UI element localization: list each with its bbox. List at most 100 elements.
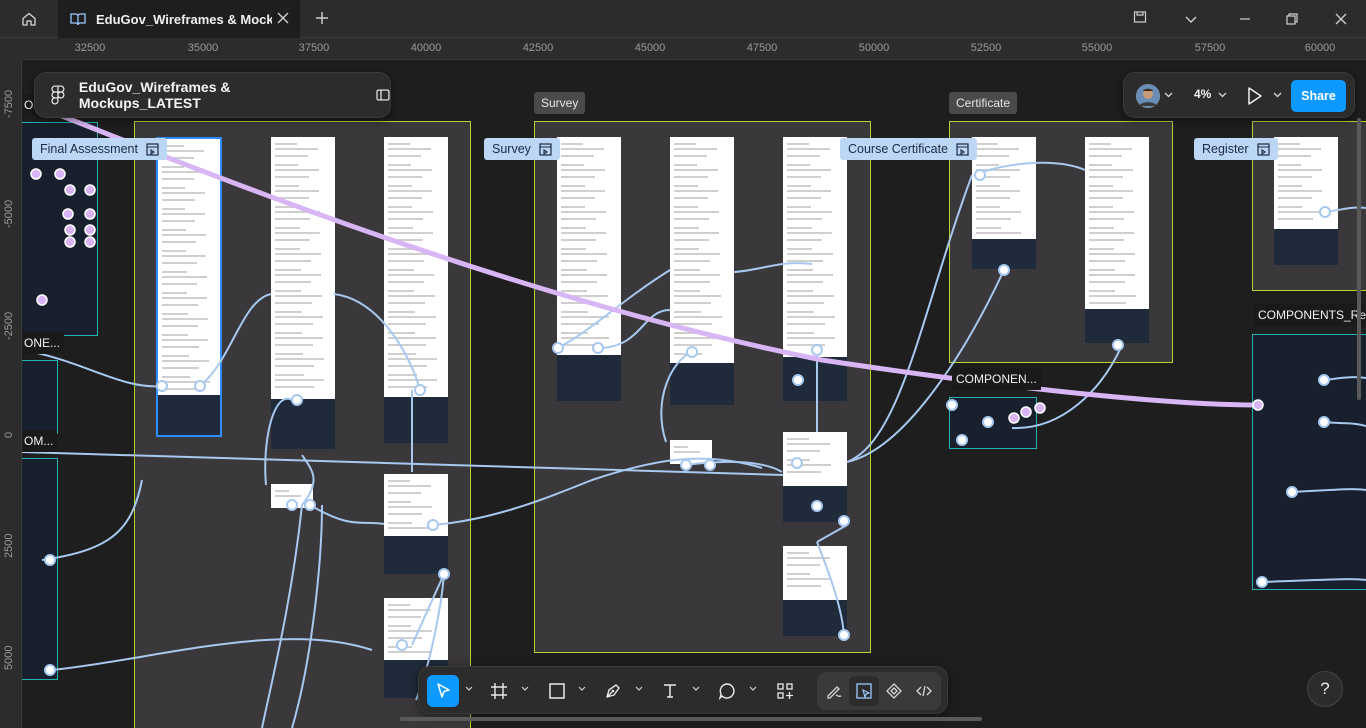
ruler-tick: 50000 (858, 42, 890, 54)
ruler-tick: 47500 (746, 42, 778, 54)
ruler-tick: 2500 (3, 533, 15, 558)
file-tab[interactable]: EduGov_Wireframes & Mockups_LATEST (58, 0, 300, 38)
design-canvas[interactable]: Survey Certificate Final Assessment Surv… (22, 60, 1366, 728)
connector (816, 541, 845, 636)
dev-mode[interactable] (909, 676, 939, 706)
ruler-tick: 0 (3, 431, 15, 438)
rectangle-tool[interactable] (541, 675, 573, 707)
present-chevron-icon[interactable] (1273, 92, 1282, 99)
connector (1291, 488, 1366, 493)
final-assessment-chip[interactable]: Final Assessment (32, 138, 167, 160)
dev-components-mode[interactable] (879, 676, 909, 706)
certificate-section-label[interactable]: Certificate (949, 92, 1018, 114)
help-button[interactable]: ? (1307, 671, 1343, 707)
chevron-down-icon[interactable] (465, 686, 473, 692)
connector (22, 349, 163, 388)
flow-node (36, 294, 48, 306)
connector (685, 460, 783, 473)
connector (41, 479, 143, 561)
left-ruler: -7500 -5000 -2500 0 2500 5000 (0, 38, 22, 728)
flow-node (1020, 406, 1032, 418)
chevron-down-icon[interactable] (692, 686, 700, 692)
ruler-tick: -7500 (3, 89, 15, 118)
share-button[interactable]: Share (1291, 80, 1346, 112)
frame-tool[interactable] (483, 675, 515, 707)
chevron-down-icon (1185, 16, 1197, 23)
horizontal-scrollbar[interactable] (400, 717, 982, 721)
chip-label: Register (1202, 142, 1249, 156)
left-frame-label-2[interactable]: ONE... (22, 332, 65, 354)
section-frame-icon (146, 142, 159, 156)
flow-node (1008, 412, 1020, 424)
minimize-button[interactable] (1238, 12, 1252, 31)
connector (816, 524, 848, 543)
comment-icon (718, 683, 735, 700)
actions-tool[interactable] (769, 675, 801, 707)
ruler-tick: 55000 (1081, 42, 1113, 54)
connector-node (811, 344, 823, 356)
save-local-icon (1133, 11, 1147, 23)
new-tab-button[interactable] (312, 8, 332, 33)
chip-label: Course Certificate (848, 142, 949, 156)
flow-node (1034, 402, 1046, 414)
close-tab-button[interactable] (276, 11, 290, 28)
connector (333, 293, 421, 391)
ruler-tick: -2500 (3, 311, 15, 340)
comment-tool[interactable] (711, 675, 743, 707)
connector-node (791, 457, 803, 469)
sidebar-toggle-icon[interactable] (376, 89, 390, 101)
connector-node (1112, 339, 1124, 351)
menu-dropdown-button[interactable] (1184, 12, 1198, 30)
ruler-tick: 40000 (410, 42, 442, 54)
file-name[interactable]: EduGov_Wireframes & Mockups_LATEST (79, 79, 354, 111)
file-panel: EduGov_Wireframes & Mockups_LATEST (34, 72, 391, 118)
connector (199, 293, 272, 387)
chevron-down-icon[interactable] (749, 686, 757, 692)
move-tool[interactable] (427, 675, 459, 707)
text-tool[interactable] (654, 675, 686, 707)
figma-logo-icon[interactable] (51, 85, 65, 105)
design-mode-icon (856, 683, 872, 700)
avatar-chevron-icon[interactable] (1164, 92, 1173, 99)
survey-section-label[interactable]: Survey (534, 92, 586, 114)
zoom-chevron-icon[interactable] (1218, 92, 1227, 99)
title-bar: EduGov_Wireframes & Mockups_LATEST (0, 0, 1366, 38)
home-button[interactable] (10, 6, 48, 32)
restore-button[interactable] (1285, 12, 1299, 31)
ruler-corner (0, 38, 22, 60)
cursor-icon (437, 683, 450, 698)
draw-icon (827, 686, 842, 699)
connector-node (156, 380, 168, 392)
connector-node (838, 515, 850, 527)
design-mode[interactable] (849, 676, 879, 706)
connector-node (304, 499, 316, 511)
survey-chip[interactable]: Survey (484, 138, 560, 160)
left-frame-label-3[interactable]: OM... (22, 430, 58, 452)
ruler-tick: 52500 (970, 42, 1002, 54)
vertical-scrollbar[interactable] (1357, 118, 1361, 400)
play-icon[interactable] (1246, 86, 1264, 106)
flow-node (64, 224, 76, 236)
close-window-button[interactable] (1334, 12, 1348, 31)
components-label[interactable]: COMPONEN... (952, 368, 1041, 390)
zoom-level[interactable]: 4% (1194, 87, 1211, 101)
user-avatar-icon (1136, 84, 1160, 108)
offline-files-button[interactable] (1133, 10, 1147, 29)
chip-label: Survey (492, 142, 531, 156)
connector-node (414, 384, 426, 396)
ruler-tick: 5000 (3, 645, 15, 670)
chevron-down-icon[interactable] (521, 686, 529, 692)
chevron-down-icon[interactable] (635, 686, 643, 692)
connector-node (1318, 374, 1330, 386)
bottom-toolbar (418, 666, 948, 714)
close-icon (277, 12, 289, 24)
pen-tool[interactable] (597, 675, 629, 707)
avatar[interactable] (1136, 84, 1160, 108)
components-register-label[interactable]: COMPONENTS_Regi (1254, 304, 1366, 326)
chevron-down-icon[interactable] (578, 686, 586, 692)
draw-mode[interactable] (819, 676, 849, 706)
connector (51, 638, 373, 671)
course-certificate-chip[interactable]: Course Certificate (840, 138, 978, 160)
register-chip[interactable]: Register (1194, 138, 1278, 160)
connector-node (552, 342, 564, 354)
